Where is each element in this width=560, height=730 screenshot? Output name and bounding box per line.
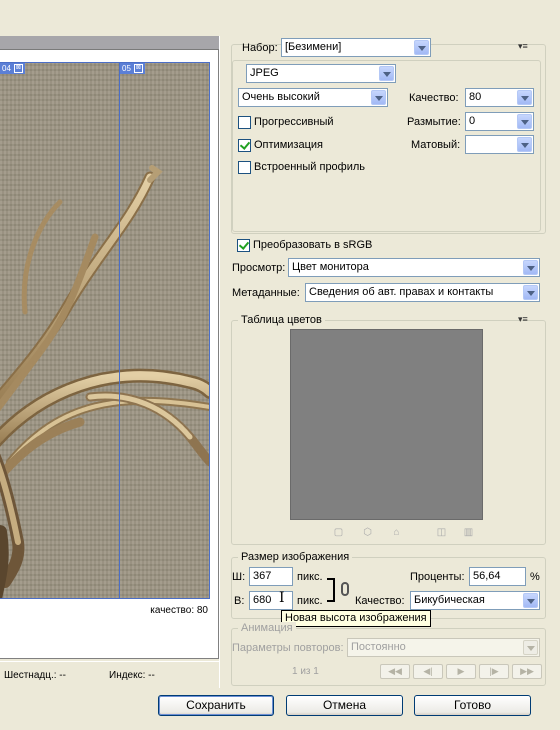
slice-number: 05 [122, 64, 131, 73]
file-format-select[interactable]: JPEG [246, 64, 396, 83]
step-back-icon: ◀| [423, 666, 433, 676]
optimized-label: Оптимизация [254, 139, 323, 151]
last-frame-button[interactable]: ▶▶ [512, 664, 542, 679]
height-unit: пикс. [297, 595, 323, 607]
compression-quality-select[interactable]: Очень высокий [238, 88, 388, 107]
preview-mode-value: Цвет монитора [292, 261, 369, 273]
step-forward-icon: |▶ [489, 666, 499, 676]
metadata-select[interactable]: Сведения об авт. правах и контакты [305, 283, 540, 302]
save-button[interactable]: Сохранить [158, 695, 274, 716]
loop-options-select[interactable]: Постоянно [347, 638, 540, 657]
width-label: Ш: [232, 571, 246, 583]
slice-tag-04[interactable]: 04 ⊠ [0, 63, 25, 74]
slice-divider[interactable] [119, 62, 120, 599]
matte-select[interactable] [465, 135, 534, 154]
next-frame-button[interactable]: |▶ [479, 664, 509, 679]
resample-quality-label: Качество: [355, 595, 405, 607]
lock-icon[interactable]: ⌂ [391, 527, 402, 538]
metadata-value: Сведения об авт. правах и контакты [309, 286, 494, 298]
loop-options-label: Параметры повторов: [232, 642, 344, 654]
slice-border [0, 62, 210, 599]
color-table-menu-icon[interactable]: ▾≡ [518, 314, 528, 325]
chain-link-icon[interactable] [341, 582, 349, 596]
file-format-value: JPEG [250, 67, 279, 79]
fast-forward-icon: ▶▶ [520, 666, 534, 676]
percent-label: Проценты: [410, 571, 465, 583]
preview-mode-select[interactable]: Цвет монитора [288, 258, 540, 277]
resample-quality-select[interactable]: Бикубическая [410, 591, 540, 610]
chevron-down-icon [523, 593, 538, 608]
map-to-web-icon[interactable]: ▢ [333, 527, 344, 538]
compression-quality-value: Очень высокий [242, 91, 320, 103]
slice-image-icon: ⊠ [133, 64, 143, 73]
quality-value: 80 [469, 91, 482, 103]
preview-tab-bar [0, 36, 219, 50]
rewind-icon: ◀◀ [388, 666, 402, 676]
percent-input[interactable]: 56,64 [469, 567, 526, 586]
new-color-icon[interactable]: ◫ [436, 527, 447, 538]
play-button[interactable]: ▶ [446, 664, 476, 679]
cube-icon[interactable]: ⬡ [362, 527, 373, 538]
chevron-down-icon [414, 40, 429, 55]
panel-divider [219, 36, 220, 688]
preset-select[interactable]: [Безимени] [281, 38, 431, 57]
done-button[interactable]: Готово [414, 695, 531, 716]
color-table-swatch-area[interactable] [290, 329, 483, 520]
embed-profile-checkbox[interactable] [238, 161, 251, 174]
preview-mode-label: Просмотр: [232, 262, 286, 274]
resample-quality-value: Бикубическая [414, 594, 485, 606]
color-table-title: Таблица цветов [238, 314, 325, 326]
hex-readout: Шестнадц.: -- [4, 670, 66, 681]
frame-counter: 1 из 1 [292, 666, 319, 677]
slice-image-icon: ⊠ [13, 64, 23, 73]
blur-input[interactable]: 0 [465, 112, 534, 131]
image-size-title: Размер изображения [238, 551, 353, 563]
animation-title: Анимация [238, 622, 296, 634]
slice-tag-05[interactable]: 05 ⊠ [120, 63, 145, 74]
chevron-down-icon [517, 90, 532, 105]
height-input[interactable]: 680 [249, 591, 293, 610]
preset-label: Набор: [242, 42, 278, 54]
chevron-down-icon [523, 640, 538, 655]
first-frame-button[interactable]: ◀◀ [380, 664, 410, 679]
blur-label: Размытие: [407, 116, 461, 128]
play-icon: ▶ [457, 666, 465, 676]
loop-options-value: Постоянно [351, 641, 406, 653]
tooltip: Новая высота изображения [281, 610, 431, 627]
previous-frame-button[interactable]: ◀| [413, 664, 443, 679]
percent-unit: % [530, 571, 540, 583]
quality-label: Качество: [409, 92, 459, 104]
metadata-label: Метаданные: [232, 287, 300, 299]
preview-quality-note: качество: 80 [150, 605, 208, 616]
height-label: В: [234, 595, 245, 607]
convert-srgb-label: Преобразовать в sRGB [253, 239, 373, 251]
trash-icon[interactable]: ▥ [463, 527, 474, 538]
text-cursor-icon: I [279, 590, 285, 606]
chevron-down-icon [517, 137, 532, 152]
quality-input[interactable]: 80 [465, 88, 534, 107]
cancel-button[interactable]: Отмена [286, 695, 403, 716]
progressive-checkbox[interactable] [238, 116, 251, 129]
preset-value: [Безимени] [285, 41, 342, 53]
constrain-bracket [327, 578, 335, 602]
chevron-down-icon [371, 90, 386, 105]
blur-value: 0 [469, 115, 476, 127]
index-readout: Индекс: -- [109, 670, 155, 681]
chevron-down-icon [523, 285, 538, 300]
chevron-down-icon [517, 114, 532, 129]
slice-number: 04 [2, 64, 11, 73]
width-unit: пикс. [297, 571, 323, 583]
optimize-menu-icon[interactable]: ▾≡ [518, 41, 528, 52]
convert-srgb-checkbox[interactable] [237, 239, 250, 252]
embed-profile-label: Встроенный профиль [254, 161, 366, 173]
chevron-down-icon [523, 260, 538, 275]
progressive-label: Прогрессивный [254, 116, 334, 128]
matte-label: Матовый: [411, 139, 461, 151]
color-info-bar: Шестнадц.: -- Индекс: -- [0, 661, 219, 688]
width-input[interactable]: 367 [249, 567, 293, 586]
chevron-down-icon [379, 66, 394, 81]
optimized-checkbox[interactable] [238, 139, 251, 152]
